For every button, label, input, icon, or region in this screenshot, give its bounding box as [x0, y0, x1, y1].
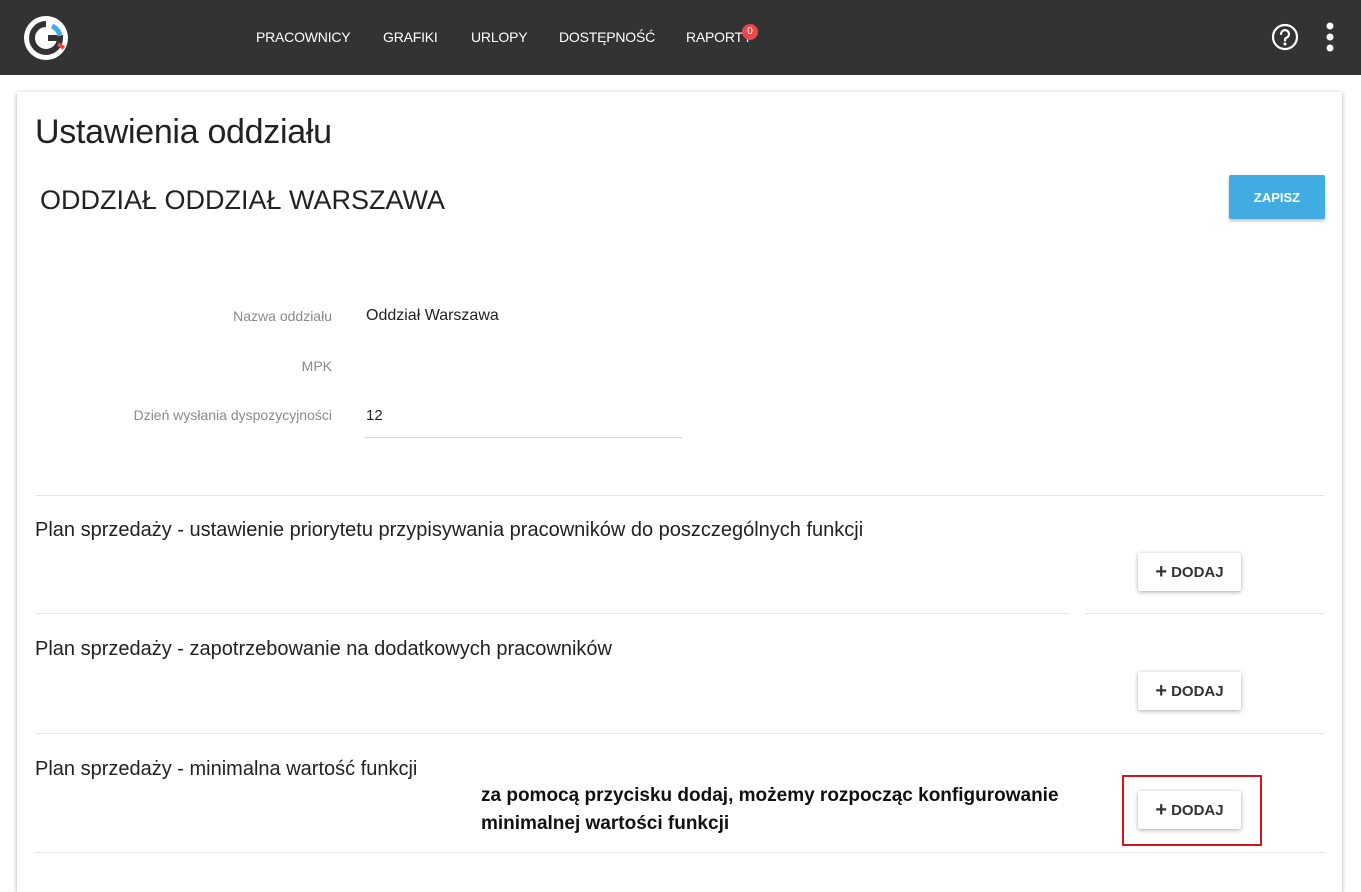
field-label-dispatch-day: Dzień wysłania dyspozycyjności	[133, 407, 332, 423]
raporty-badge: 0	[742, 24, 758, 40]
section-title-priority: Plan sprzedaży - ustawienie priorytetu p…	[35, 519, 864, 541]
section-divider	[35, 495, 1325, 496]
section-divider	[1085, 613, 1325, 614]
section-divider	[35, 852, 1325, 853]
dispatch-day-underline	[365, 437, 682, 438]
app-logo[interactable]	[22, 14, 70, 62]
nav-grafiki[interactable]: GRAFIKI	[383, 29, 438, 45]
plus-icon: +	[1155, 561, 1168, 583]
top-navigation-bar: PRACOWNICY GRAFIKI URLOPY DOSTĘPNOŚĆ RAP…	[0, 0, 1361, 75]
tutorial-annotation: za pomocą przycisku dodaj, możemy rozpoc…	[481, 785, 1059, 834]
branch-title: ODDZIAŁ ODDZIAŁ WARSZAWA	[40, 185, 446, 215]
section-title-min-value: Plan sprzedaży - minimalna wartość funkc…	[35, 758, 418, 780]
add-priority-button[interactable]: + DODAJ	[1138, 553, 1241, 591]
dispatch-day-input[interactable]: 12	[366, 407, 383, 424]
field-label-mpk: MPK	[301, 358, 332, 374]
page-title: Ustawienia oddziału	[35, 113, 332, 151]
more-menu-icon[interactable]	[1320, 21, 1340, 53]
nav-pracownicy[interactable]: PRACOWNICY	[256, 29, 351, 45]
field-label-branch-name: Nazwa oddziału	[233, 308, 332, 324]
nav-dostepnosc[interactable]: DOSTĘPNOŚĆ	[559, 29, 655, 45]
save-button[interactable]: ZAPISZ	[1229, 175, 1325, 219]
add-button-label: DODAJ	[1171, 682, 1224, 700]
section-divider	[35, 733, 1325, 734]
section-divider	[35, 613, 1070, 614]
nav-urlopy[interactable]: URLOPY	[471, 29, 528, 45]
highlight-frame	[1122, 775, 1262, 846]
plus-icon: +	[1155, 680, 1168, 702]
section-title-extra-workers: Plan sprzedaży - zapotrzebowanie na doda…	[35, 638, 612, 660]
help-icon[interactable]	[1271, 23, 1299, 51]
branch-name-value: Oddział Warszawa	[366, 307, 499, 324]
add-button-label: DODAJ	[1171, 563, 1224, 581]
add-extra-workers-button[interactable]: + DODAJ	[1138, 672, 1241, 710]
